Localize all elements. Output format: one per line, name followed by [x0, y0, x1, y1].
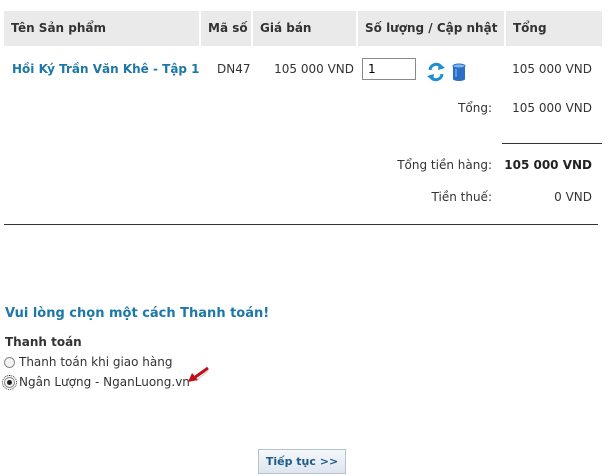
payment-option-label: Thanh toán khi giao hàng — [19, 355, 173, 369]
payment-option-label: Ngân Lượng - NganLuong.vn — [19, 375, 190, 389]
product-code: DN47 — [217, 62, 251, 76]
cart-item-row: Hồi Ký Trần Văn Khê - Tập 1 DN47 105 000… — [4, 58, 602, 88]
radio-nganluong[interactable] — [2, 374, 17, 390]
payment-option-cod[interactable]: Thanh toán khi giao hàng — [4, 355, 172, 369]
header-price: Giá bán — [253, 11, 356, 46]
payment-option-nganluong[interactable]: Ngân Lượng - NganLuong.vn — [2, 374, 190, 390]
database-icon[interactable] — [452, 63, 466, 81]
header-total: Tổng — [506, 11, 602, 46]
refresh-icon[interactable] — [426, 61, 446, 83]
radio-cod[interactable] — [4, 356, 15, 368]
payment-title: Vui lòng chọn một cách Thanh toán! — [5, 306, 270, 321]
subtotal-value: 105 000 VND — [512, 101, 592, 115]
quantity-input[interactable] — [362, 58, 416, 80]
header-code: Mã số — [201, 11, 251, 46]
summary-divider — [502, 143, 602, 144]
tax-label: Tiền thuế: — [431, 190, 492, 204]
header-product: Tên Sản phẩm — [4, 11, 199, 46]
tax-value: 0 VND — [554, 190, 592, 204]
grand-total-value: 105 000 VND — [504, 158, 592, 172]
continue-button[interactable]: Tiếp tục >> — [258, 449, 346, 474]
product-price: 105 000 VND — [274, 62, 354, 76]
cart-header-row: Tên Sản phẩm Mã số Giá bán Số lượng / Cậ… — [4, 11, 602, 46]
cart-bottom-divider — [4, 224, 598, 225]
item-total: 105 000 VND — [512, 62, 592, 76]
grand-total-label: Tổng tiền hàng: — [397, 158, 492, 172]
subtotal-label: Tổng: — [458, 101, 492, 115]
arrow-pointer-icon — [188, 366, 209, 382]
cart-table: Tên Sản phẩm Mã số Giá bán Số lượng / Cậ… — [4, 11, 602, 204]
header-qty-update: Số lượng / Cập nhật — [358, 11, 504, 46]
payment-section-label: Thanh toán — [5, 335, 82, 349]
product-name-link[interactable]: Hồi Ký Trần Văn Khê - Tập 1 — [12, 62, 200, 76]
